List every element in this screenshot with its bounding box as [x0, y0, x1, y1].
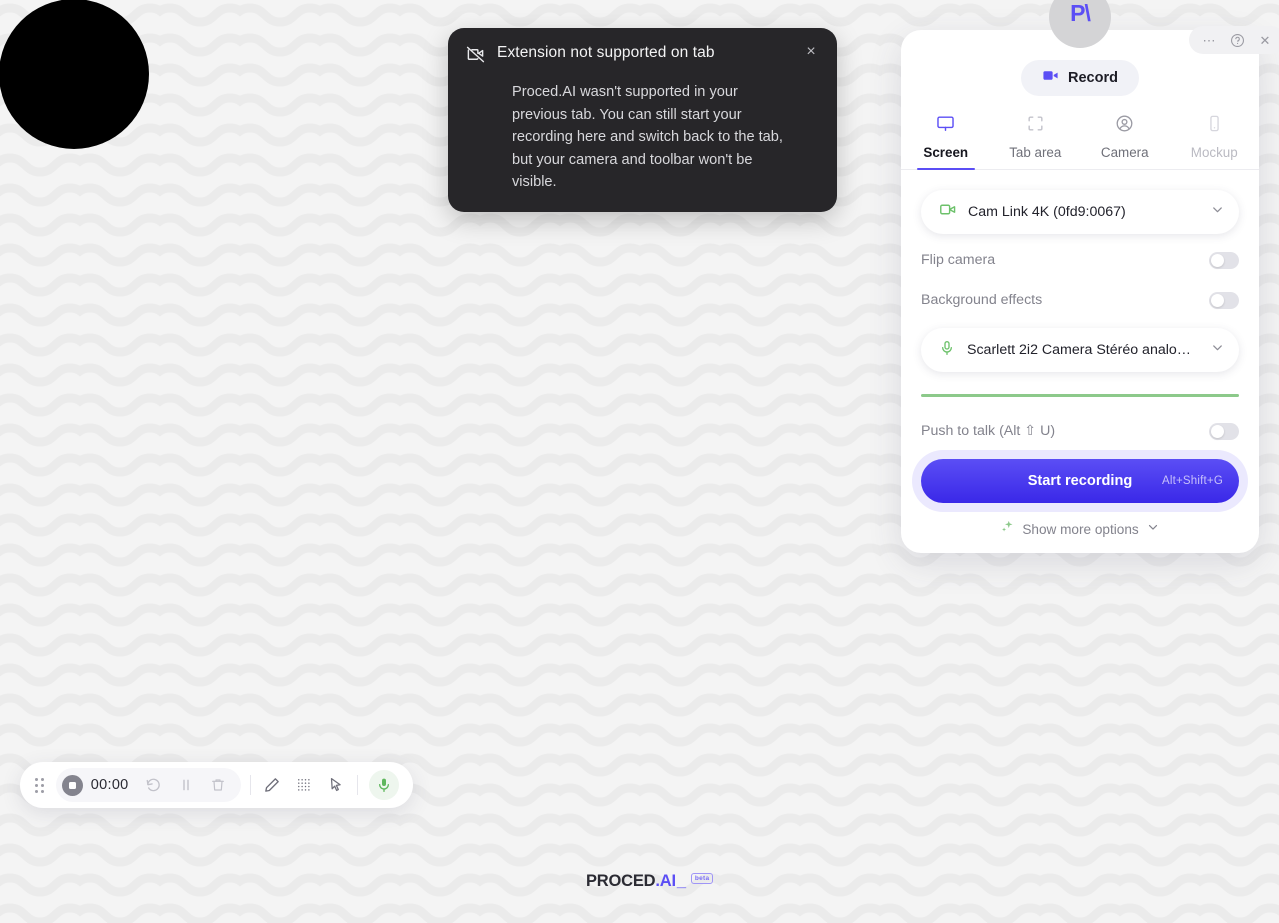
- recording-toolbar: 00:00: [20, 762, 413, 808]
- avatar-logo: P\: [1070, 0, 1091, 26]
- microphone-toggle-button[interactable]: [369, 770, 399, 800]
- record-mode-button[interactable]: Record: [1021, 60, 1139, 96]
- tab-mockup[interactable]: Mockup: [1170, 114, 1260, 169]
- pause-icon[interactable]: [173, 772, 199, 798]
- chevron-down-icon: [1210, 340, 1225, 360]
- background-effects-toggle[interactable]: [1209, 291, 1239, 309]
- tab-mockup-label: Mockup: [1190, 145, 1238, 160]
- person-circle-icon: [1115, 114, 1134, 138]
- chevron-down-icon: [1210, 202, 1225, 222]
- watermark: PROCED .AI _ beta: [586, 872, 714, 891]
- show-more-options-label: Show more options: [1022, 521, 1139, 537]
- recorder-panel: Record Screen Tab area Camera Mockup Cam…: [901, 30, 1259, 553]
- record-stop-button[interactable]: [61, 774, 83, 796]
- camera-off-icon: [466, 45, 485, 69]
- tab-tab-area[interactable]: Tab area: [991, 114, 1081, 169]
- drag-handle[interactable]: [32, 777, 48, 793]
- pen-icon[interactable]: [260, 772, 286, 798]
- toast-header: Extension not supported on tab ×: [466, 44, 819, 69]
- toolbar-divider: [357, 775, 359, 795]
- restart-icon[interactable]: [141, 772, 167, 798]
- camera-device-select[interactable]: Cam Link 4K (0fd9:0067): [921, 190, 1239, 234]
- push-to-talk-label: Push to talk (Alt ⇧ U): [921, 423, 1056, 439]
- tab-camera[interactable]: Camera: [1080, 114, 1170, 169]
- flip-camera-label: Flip camera: [921, 252, 996, 268]
- crop-brackets-icon: [1026, 114, 1045, 138]
- window-controls: ⋯ ✕: [1189, 26, 1279, 54]
- record-mode-label: Record: [1068, 70, 1118, 86]
- microphone-icon: [939, 340, 955, 361]
- toast-close-button[interactable]: ×: [803, 44, 819, 60]
- background-effects-label: Background effects: [921, 292, 1043, 308]
- panel-body: Cam Link 4K (0fd9:0067) Flip camera Back…: [901, 190, 1259, 539]
- toolbar-transport-group: 00:00: [55, 768, 241, 802]
- watermark-ai: .AI: [655, 872, 676, 890]
- toast-title: Extension not supported on tab: [497, 44, 715, 61]
- tab-camera-label: Camera: [1100, 145, 1149, 160]
- recording-timer: 00:00: [90, 777, 129, 793]
- watermark-cursor: _: [676, 872, 686, 890]
- tab-screen-label: Screen: [923, 145, 969, 160]
- cursor-icon[interactable]: [323, 772, 349, 798]
- chevron-down-icon: [1146, 520, 1160, 539]
- help-icon[interactable]: [1229, 32, 1245, 48]
- video-camera-icon: [1042, 67, 1059, 89]
- push-to-talk-row: Push to talk (Alt ⇧ U): [921, 411, 1239, 451]
- toolbar-divider: [249, 775, 251, 795]
- phone-icon: [1205, 114, 1224, 138]
- watermark-brand: PROCED: [586, 872, 656, 890]
- start-recording-label: Start recording: [1027, 473, 1133, 489]
- start-recording-button[interactable]: Start recording Alt+Shift+G: [921, 459, 1239, 503]
- monitor-icon: [936, 114, 955, 138]
- audio-level-meter: [921, 394, 1239, 397]
- microphone-device-select[interactable]: Scarlett 2i2 Camera Stéréo analogique: [921, 328, 1239, 372]
- video-camera-icon: [939, 201, 956, 223]
- more-options-icon[interactable]: ⋯: [1201, 32, 1217, 48]
- toast-message: Proced.AI wasn't supported in your previ…: [512, 84, 783, 190]
- close-icon[interactable]: ✕: [1257, 32, 1273, 48]
- capture-mode-tabs: Screen Tab area Camera Mockup: [901, 114, 1259, 170]
- start-recording-shortcut: Alt+Shift+G: [1161, 475, 1223, 487]
- microphone-device-value: Scarlett 2i2 Camera Stéréo analogique: [967, 342, 1198, 358]
- spotlight-dots-icon[interactable]: [291, 772, 317, 798]
- sparkle-icon: [1000, 519, 1015, 539]
- tab-screen[interactable]: Screen: [901, 114, 991, 170]
- trash-icon[interactable]: [205, 772, 231, 798]
- push-to-talk-toggle[interactable]: [1209, 422, 1239, 440]
- flip-camera-row: Flip camera: [921, 240, 1239, 280]
- background-effects-row: Background effects: [921, 280, 1239, 320]
- show-more-options-button[interactable]: Show more options: [921, 519, 1239, 539]
- toast-notification: Extension not supported on tab × Proced.…: [448, 28, 837, 212]
- tab-tab-area-label: Tab area: [1009, 145, 1062, 160]
- beta-badge: beta: [690, 873, 714, 884]
- flip-camera-toggle[interactable]: [1209, 251, 1239, 269]
- camera-device-value: Cam Link 4K (0fd9:0067): [968, 204, 1126, 220]
- camera-preview-bubble[interactable]: [0, 0, 149, 149]
